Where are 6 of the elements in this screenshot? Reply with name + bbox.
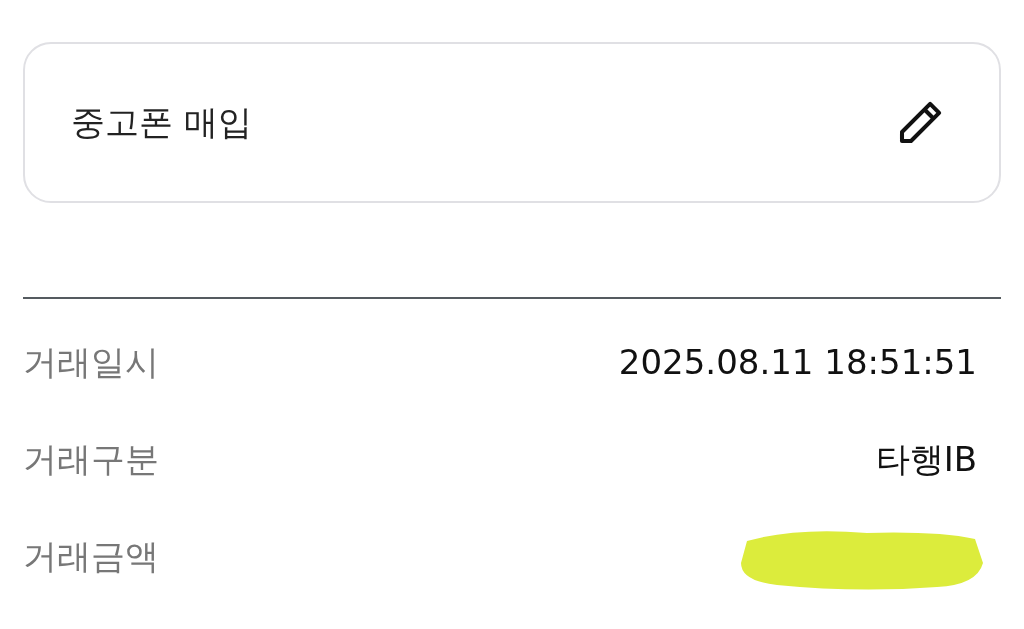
memo-text: 중고폰 매입 xyxy=(71,101,252,144)
detail-label: 거래일시 xyxy=(23,341,159,384)
detail-label: 거래금액 xyxy=(23,535,159,578)
detail-label: 거래구분 xyxy=(23,438,159,481)
detail-value: 타행IB xyxy=(875,439,977,479)
detail-value: 2025.08.11 18:51:51 xyxy=(618,342,977,382)
